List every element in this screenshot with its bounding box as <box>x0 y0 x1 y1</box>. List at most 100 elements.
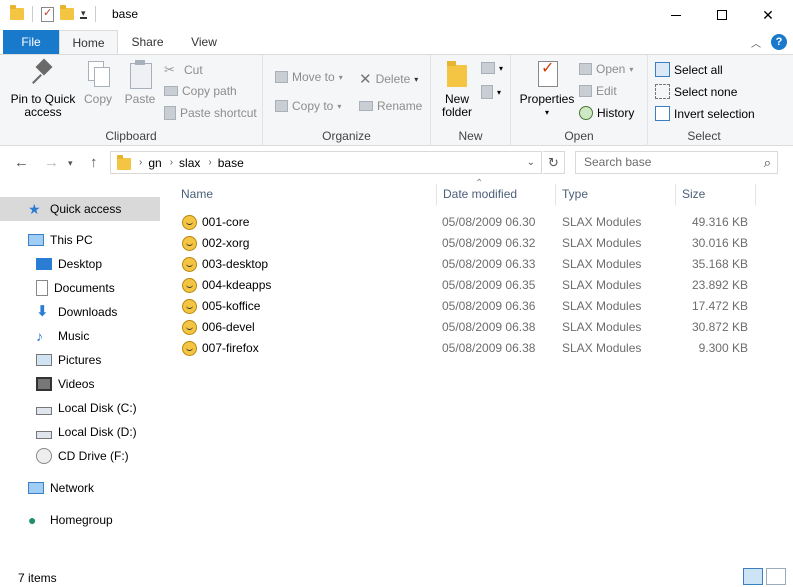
table-row[interactable]: 007-firefox 05/08/2009 06.38 SLAX Module… <box>175 338 775 359</box>
file-name: 007-firefox <box>202 341 259 355</box>
file-name: 006-devel <box>202 320 255 334</box>
star-icon: ★ <box>28 201 41 217</box>
search-icon: ⌕ <box>763 155 771 170</box>
move-to-button[interactable]: Move to ▾ <box>275 70 343 84</box>
sidebar-item-downloads[interactable]: ⬇ Downloads <box>0 300 160 324</box>
table-row[interactable]: 002-xorg 05/08/2009 06.32 SLAX Modules 3… <box>175 233 775 254</box>
table-row[interactable]: 001-core 05/08/2009 06.30 SLAX Modules 4… <box>175 212 775 233</box>
sidebar-item-videos[interactable]: Videos <box>0 372 160 396</box>
table-row[interactable]: 004-kdeapps 05/08/2009 06.35 SLAX Module… <box>175 275 775 296</box>
sidebar-item-network[interactable]: Network <box>0 476 160 500</box>
new-folder-icon[interactable] <box>60 5 74 20</box>
properties-icon[interactable] <box>41 6 54 22</box>
table-row[interactable]: 003-desktop 05/08/2009 06.33 SLAX Module… <box>175 254 775 275</box>
file-type: SLAX Modules <box>562 299 642 313</box>
column-header-size[interactable]: Size <box>676 184 756 206</box>
recent-locations-icon[interactable]: ▾ <box>68 158 73 169</box>
chevron-down-icon: ▾ <box>629 64 634 74</box>
sidebar-item-documents[interactable]: Documents <box>0 276 160 300</box>
maximize-button[interactable] <box>699 0 745 30</box>
properties-button[interactable]: Properties ▾ <box>519 59 575 119</box>
new-folder-icon <box>445 59 469 89</box>
up-arrow-icon[interactable]: ↑ <box>90 154 98 171</box>
window-title: base <box>112 7 139 21</box>
forward-arrow-icon[interactable]: → <box>44 154 59 171</box>
file-size: 49.316 KB <box>691 215 748 229</box>
select-all-label: Select all <box>674 62 723 77</box>
sidebar-item-this-pc[interactable]: This PC <box>0 228 160 252</box>
refresh-button[interactable]: ↻ <box>543 151 565 174</box>
chevron-up-icon[interactable]: ︿ <box>751 35 761 50</box>
delete-button[interactable]: ✕ Delete ▾ <box>359 70 418 88</box>
address-bar[interactable]: › gn › slax › base ⌄ <box>110 151 542 174</box>
history-button[interactable]: History <box>579 106 634 120</box>
tab-view[interactable]: View <box>177 30 231 54</box>
sidebar-item-music[interactable]: ♪ Music <box>0 324 160 348</box>
tab-file[interactable]: File <box>3 30 59 54</box>
chevron-right-icon[interactable]: › <box>170 157 173 168</box>
sidebar-item-homegroup[interactable]: ● Homegroup <box>0 508 160 532</box>
tab-share[interactable]: Share <box>118 30 177 54</box>
edit-button[interactable]: Edit <box>579 84 617 98</box>
history-label: History <box>597 106 635 120</box>
large-icons-view-icon[interactable] <box>766 568 786 585</box>
select-all-button[interactable]: Select all <box>655 62 723 77</box>
edit-icon <box>579 85 592 97</box>
module-file-icon <box>182 257 197 272</box>
sidebar-item-label: Music <box>58 329 90 343</box>
invert-selection-button[interactable]: Invert selection <box>655 106 755 121</box>
sidebar-item-local-disk-c[interactable]: Local Disk (C:) <box>0 396 160 420</box>
divider <box>32 6 33 22</box>
new-folder-button[interactable]: New folder <box>435 59 479 119</box>
table-row[interactable]: 006-devel 05/08/2009 06.38 SLAX Modules … <box>175 317 775 338</box>
copy-to-button[interactable]: Copy to ▾ <box>275 99 341 113</box>
search-input[interactable]: Search base ⌕ <box>575 151 778 174</box>
qat-dropdown-icon[interactable]: ▾ <box>80 9 87 19</box>
sidebar-item-quick-access[interactable]: ★ Quick access <box>0 197 160 221</box>
chevron-down-icon[interactable]: ⌄ <box>527 157 535 168</box>
sidebar-item-cd-drive[interactable]: CD Drive (F:) <box>0 444 160 468</box>
copy-button[interactable]: Copy <box>80 59 116 106</box>
copy-path-button[interactable]: Copy path <box>164 84 237 98</box>
chevron-right-icon[interactable]: › <box>208 157 211 168</box>
sidebar-item-label: CD Drive (F:) <box>58 449 129 463</box>
select-label: Select <box>687 129 721 143</box>
column-header-name[interactable]: Name <box>175 184 437 206</box>
sidebar-item-local-disk-d[interactable]: Local Disk (D:) <box>0 420 160 444</box>
sidebar-item-label: Downloads <box>58 305 118 319</box>
back-arrow-icon[interactable]: ← <box>14 154 29 171</box>
pin-to-quick-access-button[interactable]: Pin to Quick access <box>8 59 78 119</box>
minimize-button[interactable] <box>653 0 699 30</box>
table-row[interactable]: 005-koffice 05/08/2009 06.36 SLAX Module… <box>175 296 775 317</box>
help-icon[interactable]: ? <box>771 34 787 50</box>
file-size: 35.168 KB <box>691 257 748 271</box>
breadcrumb-item[interactable]: slax <box>179 156 200 170</box>
copy-to-icon <box>275 100 288 112</box>
close-button[interactable]: ✕ <box>745 0 791 30</box>
easy-access-button[interactable]: ▾ <box>481 85 501 99</box>
select-group: Select all Select none Invert selection … <box>648 55 760 146</box>
column-header-type[interactable]: Type <box>556 184 676 206</box>
file-name: 002-xorg <box>202 236 250 250</box>
close-icon: ✕ <box>762 6 774 23</box>
paste-shortcut-button[interactable]: Paste shortcut <box>164 106 257 120</box>
breadcrumb-item[interactable]: base <box>218 156 244 170</box>
sidebar-item-label: Desktop <box>58 257 103 271</box>
select-none-button[interactable]: Select none <box>655 84 737 99</box>
open-button[interactable]: Open ▾ <box>579 62 633 76</box>
sidebar-item-desktop[interactable]: Desktop <box>0 252 160 276</box>
chevron-right-icon[interactable]: › <box>139 157 142 168</box>
easy-access-icon <box>481 85 493 99</box>
paste-button[interactable]: Paste <box>122 59 158 106</box>
folder-icon[interactable] <box>10 5 24 20</box>
sidebar-item-pictures[interactable]: Pictures <box>0 348 160 372</box>
tab-home[interactable]: Home <box>59 30 118 55</box>
select-none-label: Select none <box>674 84 738 99</box>
chevron-down-icon: ▾ <box>499 63 504 73</box>
details-view-icon[interactable] <box>743 568 763 585</box>
column-header-date[interactable]: Date modified <box>437 184 556 206</box>
new-item-button[interactable]: ▾ <box>481 62 503 74</box>
breadcrumb-item[interactable]: gn <box>148 156 161 170</box>
rename-button[interactable]: Rename <box>359 99 422 113</box>
cut-button[interactable]: ✂ Cut <box>164 62 203 78</box>
